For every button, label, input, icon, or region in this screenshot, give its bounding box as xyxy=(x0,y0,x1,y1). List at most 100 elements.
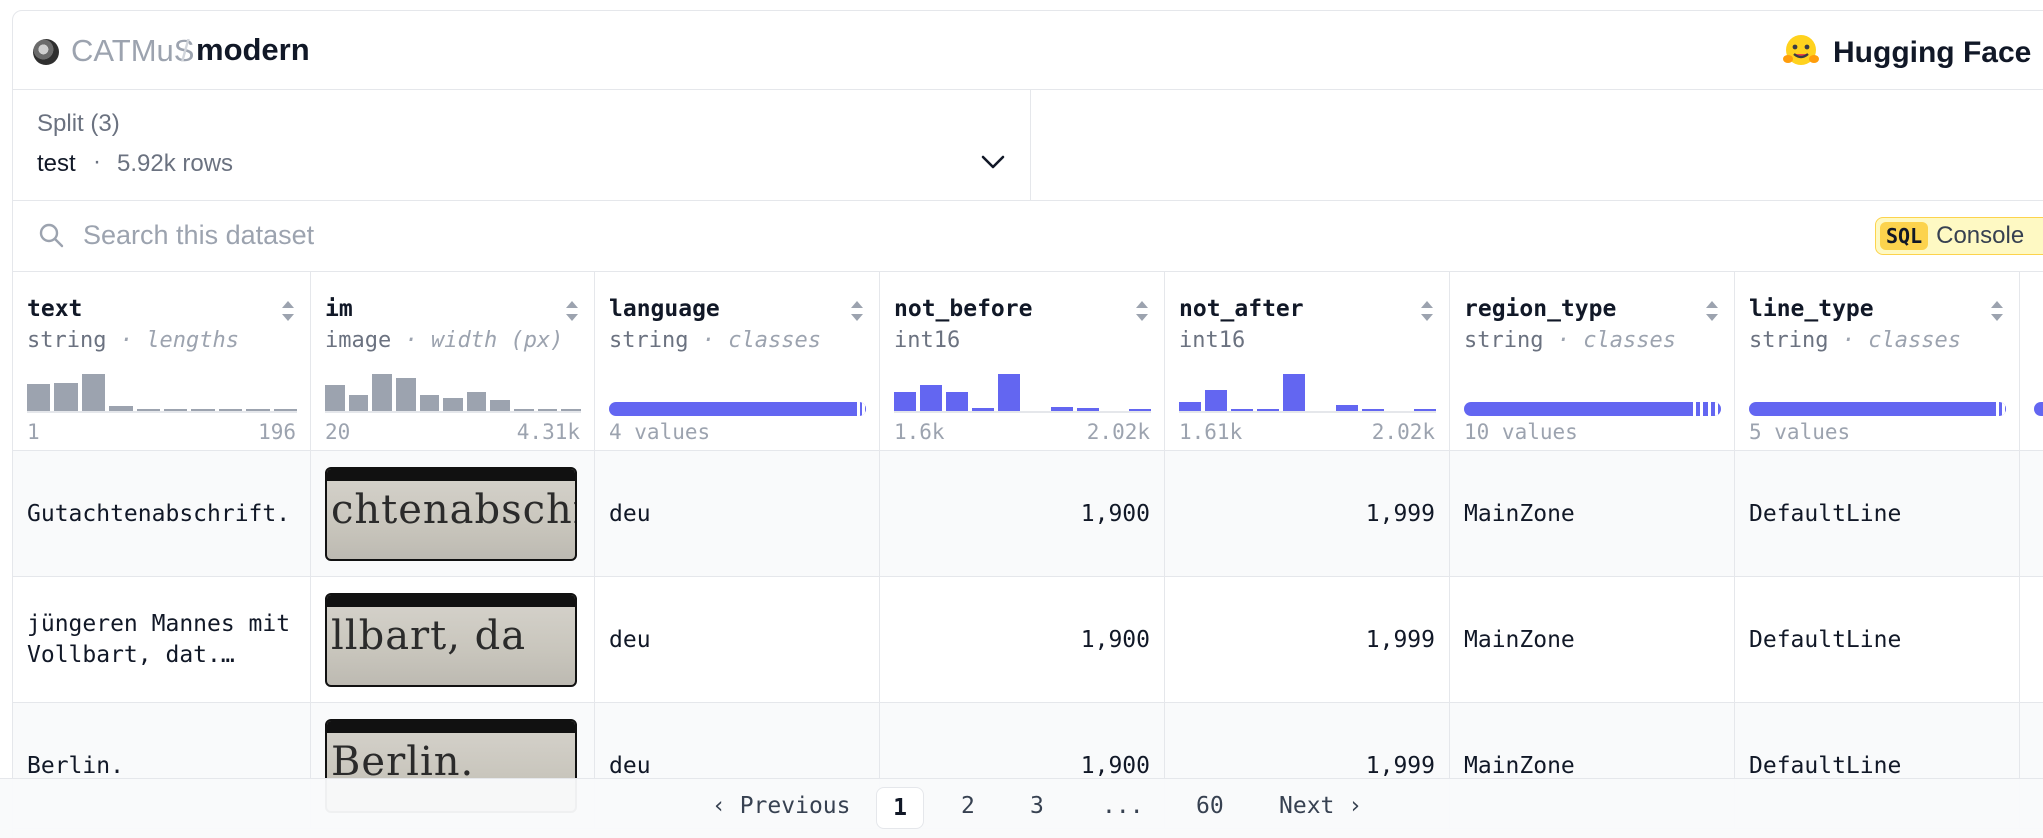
page-button[interactable]: 60 xyxy=(1196,793,1224,819)
column-header[interactable]: line_type string · classes 5 values xyxy=(1735,272,2020,451)
thumbnail-edge xyxy=(327,595,575,607)
cell-value: jüngeren Mannes mit Vollbart, dat.… xyxy=(27,611,291,668)
page-button-current[interactable]: 1 xyxy=(876,787,924,829)
cell-value: Gutachtenabschrift. xyxy=(27,500,291,527)
column-type: string · classes xyxy=(609,328,821,353)
histogram-bar[interactable] xyxy=(27,384,51,412)
column-name: region_type xyxy=(1464,296,1617,322)
thumbnail-line-text: chtenabschr xyxy=(331,487,577,533)
cell-partial[interactable] xyxy=(2020,451,2043,577)
hugging-face-icon[interactable] xyxy=(1781,33,1821,69)
cell-partial[interactable] xyxy=(2020,577,2043,703)
split-selector[interactable]: Split (3) test · 5.92k rows xyxy=(13,90,1031,201)
cell-value: 1,900 xyxy=(1080,500,1150,527)
column-name: not_after xyxy=(1179,296,1304,322)
histogram-bar[interactable] xyxy=(54,383,78,412)
histogram-bar[interactable] xyxy=(443,398,463,412)
cell-region-type[interactable]: MainZone xyxy=(1450,577,1735,703)
cell-line-type[interactable]: DefaultLine xyxy=(1735,577,2020,703)
cell-value: deu xyxy=(609,500,651,527)
column-histogram[interactable] xyxy=(894,372,1151,413)
class-distribution-bar[interactable] xyxy=(1464,402,1721,416)
cell-not-after[interactable]: 1,999 xyxy=(1165,577,1450,703)
split-spacer xyxy=(1031,90,2043,201)
search-input[interactable] xyxy=(83,215,983,255)
histogram-bar[interactable] xyxy=(946,392,969,412)
chevron-down-icon[interactable] xyxy=(981,154,1005,170)
column-type-name: string xyxy=(1464,328,1544,353)
column-header[interactable]: im image · width (px) 20 4.31k xyxy=(311,272,595,451)
table-row[interactable]: jüngeren Mannes mit Vollbart, dat.… llbar… xyxy=(13,577,2043,703)
cell-value: DefaultLine xyxy=(1749,752,1902,779)
class-separator xyxy=(862,402,866,416)
histogram-bar[interactable] xyxy=(894,392,917,412)
cell-line-type[interactable]: DefaultLine xyxy=(1735,451,2020,577)
class-count: 4 values xyxy=(609,420,711,444)
org-avatar[interactable] xyxy=(33,39,59,65)
column-histogram[interactable] xyxy=(325,372,581,413)
sort-icon[interactable] xyxy=(1704,298,1720,324)
dataset-name[interactable]: modern xyxy=(196,32,310,68)
page-button[interactable]: 2 xyxy=(961,793,975,819)
page-button[interactable]: 3 xyxy=(1030,793,1044,819)
histogram-bar[interactable] xyxy=(920,384,943,412)
column-header[interactable]: region_type string · classes 10 values xyxy=(1450,272,1735,451)
cell-language[interactable]: deu xyxy=(595,451,880,577)
cell-not-before[interactable]: 1,900 xyxy=(880,451,1165,577)
column-type: int16 xyxy=(1179,328,1245,353)
histogram-bar[interactable] xyxy=(81,374,106,412)
org-name[interactable]: CATMuS xyxy=(71,33,194,69)
sort-icon[interactable] xyxy=(280,298,296,324)
histogram-bar[interactable] xyxy=(325,384,345,412)
cell-text[interactable]: jüngeren Mannes mit Vollbart, dat.… xyxy=(13,577,311,703)
histogram-bar[interactable] xyxy=(395,378,416,412)
sort-icon[interactable] xyxy=(1419,298,1435,324)
histogram-bar[interactable] xyxy=(998,374,1021,412)
sort-icon[interactable] xyxy=(564,298,580,324)
class-distribution-bar[interactable] xyxy=(609,402,866,416)
class-separator xyxy=(857,402,860,416)
cell-not-after[interactable]: 1,999 xyxy=(1165,451,1450,577)
class-separator xyxy=(1714,402,1718,416)
cell-region-type[interactable]: MainZone xyxy=(1450,451,1735,577)
table-row[interactable]: Gutachtenabschrift. chtenabschr deu 1,900 1,… xyxy=(13,451,2043,577)
histogram-bar[interactable] xyxy=(1205,390,1228,412)
column-histogram[interactable] xyxy=(27,372,297,413)
cell-image-text[interactable]: chtenabschr xyxy=(311,451,595,577)
column-name: im xyxy=(325,296,353,322)
sort-icon[interactable] xyxy=(849,298,865,324)
range-max: 2.02k xyxy=(1086,420,1150,444)
hugging-face-brand[interactable]: Hugging Face xyxy=(1833,36,2031,70)
sort-icon[interactable] xyxy=(1989,298,2005,324)
column-name: language xyxy=(609,296,720,322)
line-image-thumbnail[interactable]: llbart, da xyxy=(325,593,577,687)
split-row-count: 5.92k rows xyxy=(117,150,234,177)
column-header[interactable]: not_before int16 1.6k 2.02k xyxy=(880,272,1165,451)
histogram-bar[interactable] xyxy=(1283,374,1306,412)
column-header[interactable]: text string · lengths 1 196 xyxy=(13,272,311,451)
class-distribution-bar[interactable] xyxy=(1749,402,2006,416)
cell-language[interactable]: deu xyxy=(595,577,880,703)
column-histogram[interactable] xyxy=(1179,372,1436,413)
cell-text[interactable]: Gutachtenabschrift. xyxy=(13,451,311,577)
column-name: not_before xyxy=(894,296,1033,322)
column-header[interactable]: not_after int16 1.61k 2.02k xyxy=(1165,272,1450,451)
previous-page-button[interactable]: ‹ Previous xyxy=(712,793,850,819)
histogram-baseline xyxy=(27,411,297,413)
cell-value: Berlin. xyxy=(27,752,124,779)
column-header[interactable]: language string · classes 4 values xyxy=(595,272,880,451)
next-page-button[interactable]: Next › xyxy=(1279,793,1362,819)
histogram-bar[interactable] xyxy=(419,395,440,412)
page-ellipsis: ... xyxy=(1102,793,1144,819)
sort-icon[interactable] xyxy=(1134,298,1150,324)
class-distribution-bar[interactable] xyxy=(2034,402,2043,416)
line-image-thumbnail[interactable]: chtenabschr xyxy=(325,467,577,561)
cell-image-text[interactable]: llbart, da xyxy=(311,577,595,703)
previous-label: Previous xyxy=(739,793,851,819)
column-header-partial[interactable] xyxy=(2020,272,2043,451)
sql-console-button[interactable]: SQL Console xyxy=(1875,217,2043,255)
histogram-bar[interactable] xyxy=(372,374,392,412)
histogram-bar[interactable] xyxy=(348,395,369,412)
cell-not-before[interactable]: 1,900 xyxy=(880,577,1165,703)
histogram-bar[interactable] xyxy=(466,392,487,412)
